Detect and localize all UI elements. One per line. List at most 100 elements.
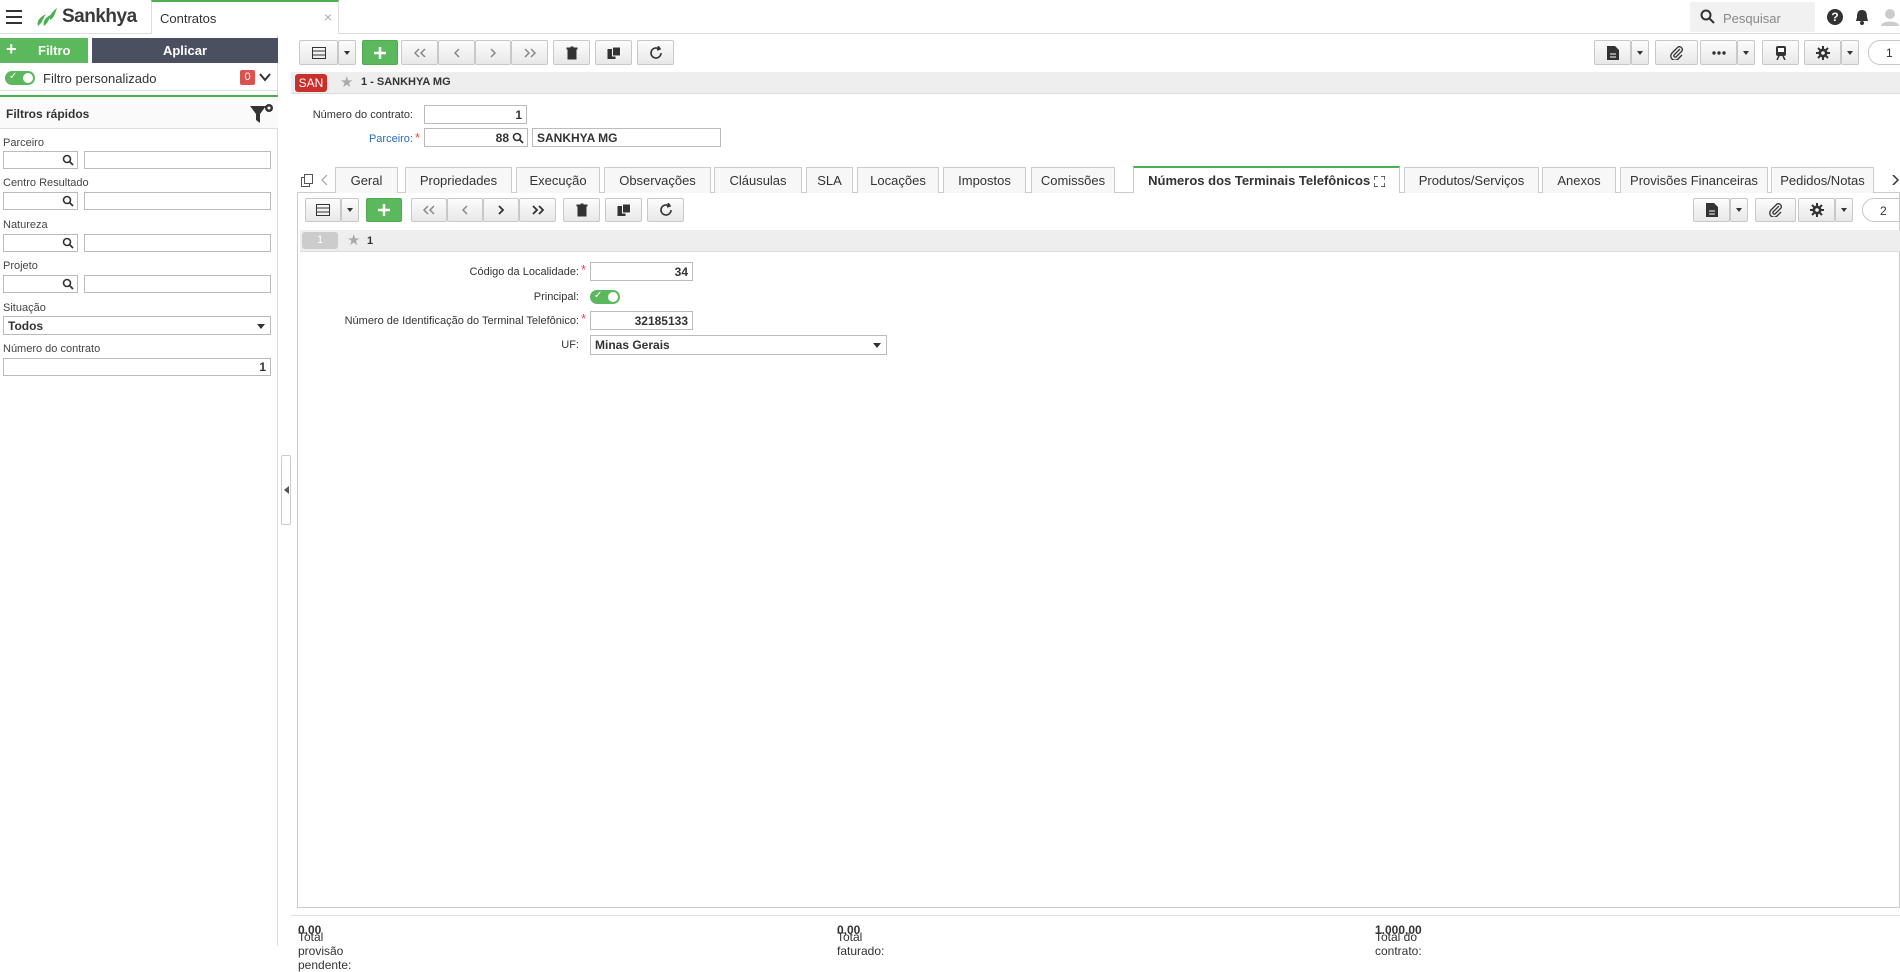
detail-attachment-button[interactable]: [1755, 198, 1796, 222]
add-button[interactable]: [362, 40, 398, 65]
next-record-button[interactable]: [475, 40, 511, 65]
tab-comissoes[interactable]: Comissões: [1031, 167, 1115, 193]
detail-delete-button[interactable]: [563, 198, 600, 222]
detail-previous-record-button[interactable]: [447, 198, 483, 222]
centro-resultado-code-input[interactable]: [3, 192, 78, 210]
detail-refresh-button[interactable]: [647, 198, 684, 222]
tab-impostos[interactable]: Impostos: [943, 167, 1026, 193]
tab-execucao[interactable]: Execução: [516, 167, 600, 193]
navigation-button[interactable]: [1762, 40, 1799, 65]
detail-view-dropdown-button[interactable]: [341, 198, 359, 222]
parceiro-code-input[interactable]: 88: [424, 128, 528, 147]
grid-view-button[interactable]: [299, 40, 338, 65]
aplicar-button[interactable]: Aplicar: [92, 38, 278, 63]
uf-select[interactable]: Minas Gerais: [590, 335, 887, 355]
filter-settings-icon[interactable]: [248, 103, 274, 125]
bell-icon[interactable]: [1853, 8, 1871, 26]
detail-first-record-button[interactable]: [411, 198, 447, 222]
natureza-name-input[interactable]: [84, 234, 271, 252]
view-dropdown-button[interactable]: [338, 40, 356, 65]
detail-settings-button[interactable]: [1798, 198, 1835, 222]
numero-contrato-input[interactable]: 1: [424, 105, 527, 124]
dropdown-arrow-icon: [1743, 50, 1749, 55]
filtro-button[interactable]: + Filtro: [0, 38, 88, 63]
tab-locacoes[interactable]: Locações: [857, 167, 939, 193]
settings-button[interactable]: [1804, 40, 1841, 65]
tab-contratos[interactable]: Contratos ×: [151, 0, 339, 34]
scroll-tabs-left-icon[interactable]: [321, 175, 328, 185]
detail-report-button[interactable]: [1693, 198, 1730, 222]
user-avatar-icon[interactable]: [1880, 8, 1900, 26]
tab-geral[interactable]: Geral: [335, 167, 398, 193]
codigo-localidade-input[interactable]: 34: [590, 262, 693, 281]
projeto-name-input[interactable]: [84, 275, 271, 293]
tab-clausulas[interactable]: Cláusulas: [714, 167, 802, 193]
copy-tabs-icon[interactable]: [301, 174, 314, 187]
more-options-button[interactable]: [1700, 40, 1737, 65]
detail-add-button[interactable]: [366, 198, 402, 222]
tab-observacoes[interactable]: Observações: [604, 167, 711, 193]
tab-numeros-terminais[interactable]: Números dos Terminais Telefônicos: [1133, 166, 1400, 193]
tab-pedidos-notas[interactable]: Pedidos/Notas: [1771, 167, 1874, 193]
numero-contrato-filter-input[interactable]: 1: [3, 358, 271, 376]
menu-icon[interactable]: [6, 10, 22, 24]
refresh-icon: [649, 45, 662, 59]
tab-propriedades[interactable]: Propriedades: [405, 167, 512, 193]
chevron-left-icon: [453, 47, 460, 58]
detail-duplicate-button[interactable]: [605, 198, 642, 222]
numero-terminal-input[interactable]: 32185133: [590, 311, 693, 330]
collapse-panel-handle[interactable]: [281, 455, 291, 525]
detail-settings-dropdown-button[interactable]: [1835, 198, 1853, 222]
principal-toggle[interactable]: ✓: [590, 290, 620, 304]
tab-anexos[interactable]: Anexos: [1542, 167, 1616, 193]
natureza-code-input[interactable]: [3, 234, 78, 252]
star-icon[interactable]: ★: [340, 73, 353, 91]
total-contrato-label: Total do contrato:: [1375, 930, 1422, 958]
parceiro-name-input[interactable]: SANKHYA MG: [532, 128, 721, 147]
detail-grid-view-button[interactable]: [305, 198, 341, 222]
refresh-icon: [659, 203, 672, 216]
help-icon[interactable]: ?: [1826, 8, 1844, 26]
tab-provisoes-financeiras[interactable]: Provisões Financeiras: [1620, 167, 1768, 193]
filtros-rapidos-title: Filtros rápidos: [6, 107, 90, 121]
parceiro-link[interactable]: Parceiro:: [300, 133, 413, 145]
situacao-select[interactable]: Todos: [3, 316, 271, 335]
page-indicator[interactable]: 1: [1868, 40, 1900, 65]
report-dropdown-button[interactable]: [1631, 40, 1649, 65]
search-input[interactable]: Pesquisar: [1690, 2, 1815, 32]
filtro-personalizado-toggle[interactable]: ✓: [5, 71, 35, 85]
logo[interactable]: Sankhya: [34, 5, 137, 29]
search-icon[interactable]: [62, 195, 74, 207]
more-options-dropdown-button[interactable]: [1737, 40, 1755, 65]
attachment-button[interactable]: [1655, 40, 1698, 65]
search-icon[interactable]: [62, 237, 74, 249]
previous-record-button[interactable]: [438, 40, 475, 65]
detail-next-record-button[interactable]: [483, 198, 519, 222]
search-icon[interactable]: [62, 154, 74, 166]
detail-report-dropdown-button[interactable]: [1730, 198, 1748, 222]
plus-icon: +: [6, 39, 17, 59]
projeto-code-input[interactable]: [3, 275, 78, 293]
first-record-button[interactable]: [401, 40, 438, 65]
last-record-button[interactable]: [511, 40, 548, 65]
star-icon[interactable]: ★: [347, 231, 360, 249]
parceiro-code-input[interactable]: [3, 151, 78, 169]
centro-resultado-name-input[interactable]: [84, 192, 271, 210]
detail-page-indicator[interactable]: 2: [1862, 198, 1900, 222]
scroll-tabs-right-icon[interactable]: [1892, 175, 1899, 185]
expand-icon[interactable]: [1373, 175, 1386, 188]
chevron-down-icon[interactable]: [259, 72, 271, 82]
duplicate-button[interactable]: [595, 40, 632, 65]
settings-dropdown-button[interactable]: [1841, 40, 1859, 65]
search-icon[interactable]: [62, 278, 74, 290]
refresh-button[interactable]: [637, 40, 674, 65]
detail-last-record-button[interactable]: [519, 198, 556, 222]
parceiro-name-input[interactable]: [84, 151, 271, 169]
tab-produtos-servicos[interactable]: Produtos/Serviços: [1404, 167, 1539, 193]
delete-button[interactable]: [553, 40, 590, 65]
close-tab-icon[interactable]: ×: [324, 9, 332, 25]
search-icon[interactable]: [512, 132, 524, 144]
report-button[interactable]: [1594, 40, 1631, 65]
copy-icon: [617, 204, 630, 216]
tab-sla[interactable]: SLA: [806, 167, 853, 193]
